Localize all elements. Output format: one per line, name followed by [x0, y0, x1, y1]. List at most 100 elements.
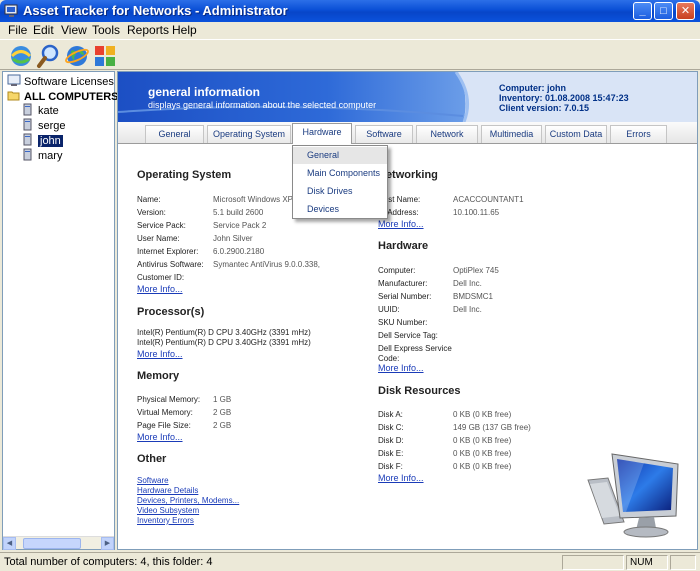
- other-link-video-subsystem[interactable]: Video Subsystem: [137, 506, 199, 515]
- tab-software[interactable]: Software: [355, 125, 413, 143]
- scroll-right-arrow-icon[interactable]: ▶: [101, 537, 114, 550]
- tab-multimedia[interactable]: Multimedia: [481, 125, 542, 143]
- computer-name: Computer: john: [499, 83, 566, 93]
- os-label: Version:: [137, 208, 166, 217]
- os-label: Antivirus Software:: [137, 260, 204, 269]
- os-value: 6.0.2900.2180: [213, 247, 265, 256]
- memory-value: 2 GB: [213, 421, 232, 430]
- memory-heading: Memory: [137, 370, 180, 382]
- os-label: Service Pack:: [137, 221, 186, 230]
- dropdown-item-main-components[interactable]: Main Components: [293, 165, 387, 182]
- other-link-hardware-details[interactable]: Hardware Details: [137, 486, 198, 495]
- menu-edit[interactable]: Edit: [33, 22, 54, 39]
- dropdown-item-general[interactable]: General: [293, 147, 387, 164]
- dropdown-item-devices[interactable]: Devices: [293, 201, 387, 218]
- monitor-illustration: [587, 453, 679, 538]
- processors-more-info-link[interactable]: More Info...: [137, 349, 183, 359]
- menu-tools[interactable]: Tools: [92, 22, 120, 39]
- hardware-value: OptiPlex 745: [453, 266, 499, 275]
- tree-software-licenses[interactable]: Software Licenses: [7, 74, 114, 88]
- hardware-label: SKU Number:: [378, 318, 428, 327]
- tab-hardware[interactable]: Hardware: [292, 123, 352, 144]
- computer-summary: Computer: john Inventory: 01.08.2008 15:…: [499, 83, 629, 113]
- tab-strip: General Operating System Hardware Softwa…: [118, 122, 697, 144]
- dropdown-item-disk-drives[interactable]: Disk Drives: [293, 183, 387, 200]
- os-value: Microsoft Windows XP: [213, 195, 294, 204]
- menu-bar: File Edit View Tools Reports Help: [0, 22, 700, 39]
- disk-label: Disk E:: [378, 449, 404, 458]
- computer-icon: [23, 148, 32, 161]
- tree-item-john[interactable]: john: [21, 133, 63, 147]
- os-value: 5.1 build 2600: [213, 208, 264, 217]
- other-heading: Other: [137, 453, 167, 465]
- search-icon[interactable]: [36, 43, 62, 69]
- menu-reports[interactable]: Reports: [127, 22, 169, 39]
- client-version: Client version: 7.0.15: [499, 103, 590, 113]
- hardware-value: BMDSMC1: [453, 292, 494, 301]
- scroll-thumb[interactable]: [23, 538, 81, 549]
- disk-value: 149 GB (137 GB free): [453, 423, 531, 432]
- tab-operating-system[interactable]: Operating System: [207, 125, 291, 143]
- hardware-heading: Hardware: [378, 240, 429, 252]
- tab-general[interactable]: General: [145, 125, 204, 143]
- disk-value: 0 KB (0 KB free): [453, 462, 512, 471]
- processors-heading: Processor(s): [137, 306, 205, 318]
- hardware-more-info-link[interactable]: More Info...: [378, 363, 424, 373]
- tree-item-mary[interactable]: mary: [21, 148, 62, 162]
- computer-tree[interactable]: Software Licenses ALL COMPUTERS kate ser…: [2, 71, 119, 550]
- hardware-label: Code:: [378, 354, 400, 363]
- tab-custom-data[interactable]: Custom Data: [545, 125, 607, 143]
- scroll-left-arrow-icon[interactable]: ◀: [3, 537, 16, 550]
- tab-errors[interactable]: Errors: [610, 125, 667, 143]
- disk-value: 0 KB (0 KB free): [453, 436, 512, 445]
- os-more-info-link[interactable]: More Info...: [137, 284, 183, 294]
- os-value: Symantec AntiVirus 9.0.0.338,: [213, 260, 321, 269]
- disks-heading: Disk Resources: [378, 385, 461, 397]
- globe-icon[interactable]: [64, 43, 90, 69]
- network-scan-icon[interactable]: [8, 43, 34, 69]
- minimize-button[interactable]: _: [633, 2, 652, 20]
- status-text: Total number of computers: 4, this folde…: [4, 556, 213, 568]
- tab-network[interactable]: Network: [416, 125, 478, 143]
- close-button[interactable]: ✕: [676, 2, 695, 20]
- menu-help[interactable]: Help: [172, 22, 197, 39]
- memory-value: 2 GB: [213, 408, 232, 417]
- status-pane-grip: [670, 555, 696, 570]
- hardware-dropdown-menu: General Main Components Disk Drives Devi…: [292, 145, 388, 219]
- hardware-label: UUID:: [378, 305, 400, 314]
- hardware-label: Manufacturer:: [378, 279, 428, 288]
- menu-view[interactable]: View: [61, 22, 87, 39]
- memory-label: Page File Size:: [137, 421, 191, 430]
- other-link-software[interactable]: Software: [137, 476, 169, 485]
- memory-label: Physical Memory:: [137, 395, 201, 404]
- tree-item-kate[interactable]: kate: [21, 103, 59, 117]
- memory-more-info-link[interactable]: More Info...: [137, 432, 183, 442]
- licenses-icon: [7, 74, 21, 86]
- processor-line: Intel(R) Pentium(R) D CPU 3.40GHz (3391 …: [137, 328, 311, 337]
- os-label: Customer ID:: [137, 273, 185, 282]
- hardware-label: Dell Express Service: [378, 344, 452, 353]
- other-link-devices[interactable]: Devices, Printers, Modems...: [137, 496, 239, 505]
- tree-all-computers[interactable]: ALL COMPUTERS: [7, 89, 119, 103]
- menu-file[interactable]: File: [8, 22, 27, 39]
- reports-icon[interactable]: [92, 43, 118, 69]
- processor-line: Intel(R) Pentium(R) D CPU 3.40GHz (3391 …: [137, 338, 311, 347]
- disk-value: 0 KB (0 KB free): [453, 449, 512, 458]
- status-bar: Total number of computers: 4, this folde…: [0, 552, 700, 571]
- other-link-inventory-errors[interactable]: Inventory Errors: [137, 516, 194, 525]
- tree-item-serge[interactable]: serge: [21, 118, 66, 132]
- title-bar: Asset Tracker for Networks - Administrat…: [0, 0, 700, 22]
- tree-horizontal-scrollbar[interactable]: ◀ ▶: [3, 536, 114, 550]
- hardware-value: Dell Inc.: [453, 279, 482, 288]
- os-label: User Name:: [137, 234, 180, 243]
- folder-open-icon: [7, 91, 20, 101]
- computer-icon: [23, 103, 32, 116]
- disks-more-info-link[interactable]: More Info...: [378, 473, 424, 483]
- banner-title: general information: [148, 85, 261, 99]
- maximize-button[interactable]: □: [654, 2, 673, 20]
- os-heading: Operating System: [137, 169, 232, 181]
- os-value: John Silver: [213, 234, 253, 243]
- status-pane-empty: [562, 555, 624, 570]
- disk-label: Disk C:: [378, 423, 404, 432]
- networking-more-info-link[interactable]: More Info...: [378, 219, 424, 229]
